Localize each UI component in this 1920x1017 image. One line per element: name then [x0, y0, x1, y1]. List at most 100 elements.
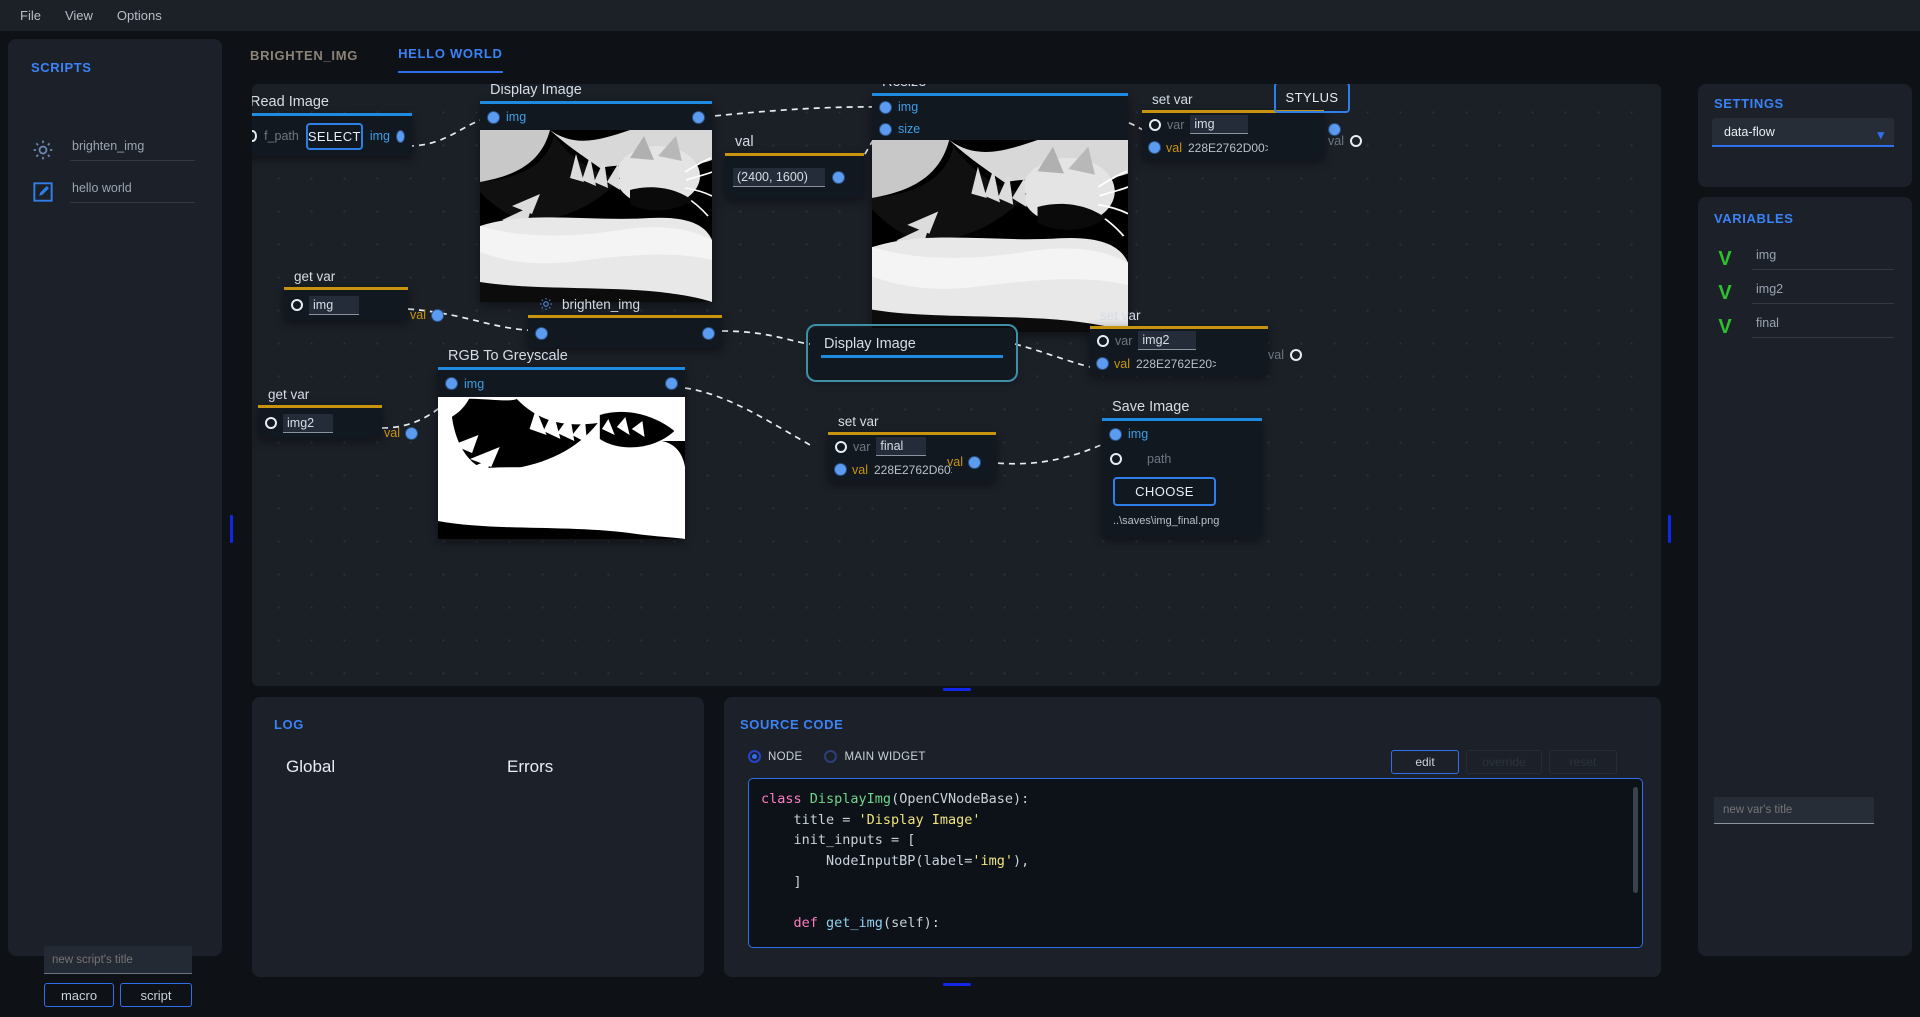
node-display-image-2[interactable]: Display Image [806, 324, 1018, 382]
output-port-val[interactable] [431, 309, 443, 321]
get-var-name-input[interactable] [309, 295, 359, 315]
node-title: val [735, 134, 754, 150]
script-item-label: brighten_img [70, 139, 195, 161]
port-label-img: img [1128, 427, 1149, 441]
source-code-editor[interactable]: class DisplayImg(OpenCVNodeBase): title … [748, 778, 1643, 948]
input-port-val[interactable] [1149, 142, 1160, 153]
val-value-input[interactable] [733, 167, 825, 187]
node-editor-canvas[interactable]: Read Image f_path SELECT img Display Ima… [252, 84, 1661, 686]
variables-panel-title: VARIABLES [1714, 211, 1794, 226]
output-port-resize[interactable] [1329, 123, 1340, 135]
node-set-var-final[interactable]: set var var val 228E2762D60> val [828, 414, 996, 481]
node-display-image-1[interactable]: Display Image img [480, 84, 713, 302]
select-file-button[interactable]: SELECT [305, 122, 363, 150]
macro-button[interactable]: macro [44, 983, 114, 1007]
output-port[interactable] [693, 111, 704, 123]
tab-hello-world[interactable]: HELLO WORLD [398, 46, 503, 73]
set-var-name-input[interactable] [1190, 115, 1249, 134]
node-title: Save Image [1112, 399, 1190, 415]
stylus-button[interactable]: STYLUS [1274, 84, 1350, 113]
variable-icon: V [1718, 282, 1732, 304]
node-get-var-img[interactable]: get var val [284, 269, 443, 322]
input-port-var[interactable] [265, 417, 277, 429]
output-port-val[interactable] [968, 456, 980, 468]
output-port-grey[interactable] [666, 378, 677, 389]
set-var-name-input[interactable] [876, 437, 927, 456]
node-val[interactable]: val [725, 134, 864, 198]
variable-icon: V [1718, 316, 1732, 338]
splitter-handle-left[interactable] [230, 515, 233, 543]
menu-bar: File View Options [0, 0, 1920, 31]
node-set-var-img2[interactable]: set var var val 228E2762E20> val [1090, 308, 1302, 375]
splitter-handle-bottom[interactable] [943, 983, 971, 986]
log-tab-global[interactable]: Global [286, 757, 335, 777]
node-rgb-to-greyscale[interactable]: RGB To Greyscale img [438, 348, 685, 539]
node-get-var-img2[interactable]: get var val [258, 387, 417, 440]
output-port-img[interactable] [397, 130, 404, 142]
scripts-panel: SCRIPTS brighten_img hello world macro s… [8, 39, 222, 1007]
input-port-img[interactable] [446, 378, 457, 389]
node-save-image[interactable]: Save Image img path CHOOSE ..\saves\img_… [1102, 399, 1262, 537]
input-port-val[interactable] [835, 464, 846, 475]
variables-panel: VARIABLES V img V img2 V final [1698, 197, 1912, 956]
script-item-label: hello world [70, 181, 195, 203]
input-port-f-path[interactable] [252, 130, 258, 142]
port-label-var: var [1115, 333, 1133, 348]
settings-panel-title: SETTINGS [1714, 96, 1784, 111]
radio-node[interactable]: NODE [748, 750, 802, 763]
override-code-button: override [1466, 750, 1542, 774]
variable-item-img[interactable]: V img [1714, 244, 1894, 274]
settings-panel: SETTINGS data-flow ▾ [1698, 84, 1912, 187]
menu-view[interactable]: View [53, 4, 105, 27]
port-label-var: var [853, 439, 871, 454]
input-port-brighten[interactable] [536, 327, 547, 339]
output-port-val[interactable] [833, 171, 844, 183]
input-port-img[interactable] [1110, 428, 1121, 440]
script-button[interactable]: script [120, 983, 192, 1007]
code-scrollbar[interactable] [1633, 787, 1638, 893]
input-port-val[interactable] [1097, 358, 1108, 369]
log-tab-errors[interactable]: Errors [507, 757, 553, 777]
input-port-size[interactable] [880, 123, 891, 135]
splitter-handle-right[interactable] [1668, 515, 1671, 543]
port-label-val: val [852, 462, 868, 477]
input-port-var[interactable] [1097, 334, 1109, 347]
node-title: Read Image [252, 94, 329, 110]
log-panel-title: LOG [274, 717, 304, 732]
radio-main-widget[interactable]: MAIN WIDGET [824, 750, 925, 763]
script-item-brighten-img[interactable]: brighten_img [30, 133, 195, 167]
node-resize[interactable]: Resize img size [872, 84, 1340, 332]
edit-pencil-icon [30, 179, 56, 205]
set-var-name-input[interactable] [1138, 331, 1197, 350]
input-port-var[interactable] [291, 299, 303, 311]
output-port-val[interactable] [1349, 135, 1362, 147]
output-port-val[interactable] [405, 427, 417, 439]
tab-brighten-img[interactable]: BRIGHTEN_IMG [250, 48, 358, 73]
variable-item-final[interactable]: V final [1714, 312, 1894, 342]
menu-file[interactable]: File [8, 4, 53, 27]
output-port-brighten[interactable] [703, 327, 714, 339]
chevron-down-icon: ▾ [1877, 127, 1884, 142]
choose-path-button[interactable]: CHOOSE [1113, 477, 1216, 506]
radio-indicator [824, 750, 838, 763]
input-port-img[interactable] [880, 101, 891, 113]
splitter-handle-editor-bottom[interactable] [943, 688, 971, 691]
node-title: Resize [872, 84, 1128, 90]
input-port-img[interactable] [488, 111, 499, 123]
edit-code-button[interactable]: edit [1391, 750, 1459, 774]
new-variable-title-input[interactable] [1714, 797, 1874, 824]
input-port-path[interactable] [1110, 453, 1122, 465]
node-read-image[interactable]: Read Image f_path SELECT img [252, 94, 412, 156]
script-item-hello-world[interactable]: hello world [30, 175, 195, 209]
input-port-var[interactable] [1149, 118, 1161, 131]
node-title: RGB To Greyscale [448, 348, 568, 364]
input-port-var[interactable] [835, 440, 847, 453]
output-port-val[interactable] [1289, 349, 1302, 361]
get-var-name-input[interactable] [283, 413, 333, 433]
node-brighten-img[interactable]: brighten_img [528, 296, 722, 348]
flow-mode-select[interactable]: data-flow ▾ [1712, 118, 1894, 147]
new-script-title-input[interactable] [44, 946, 192, 974]
menu-options[interactable]: Options [105, 4, 174, 27]
variable-item-img2[interactable]: V img2 [1714, 278, 1894, 308]
set-var-value-text: 228E2762D60> [873, 462, 952, 477]
